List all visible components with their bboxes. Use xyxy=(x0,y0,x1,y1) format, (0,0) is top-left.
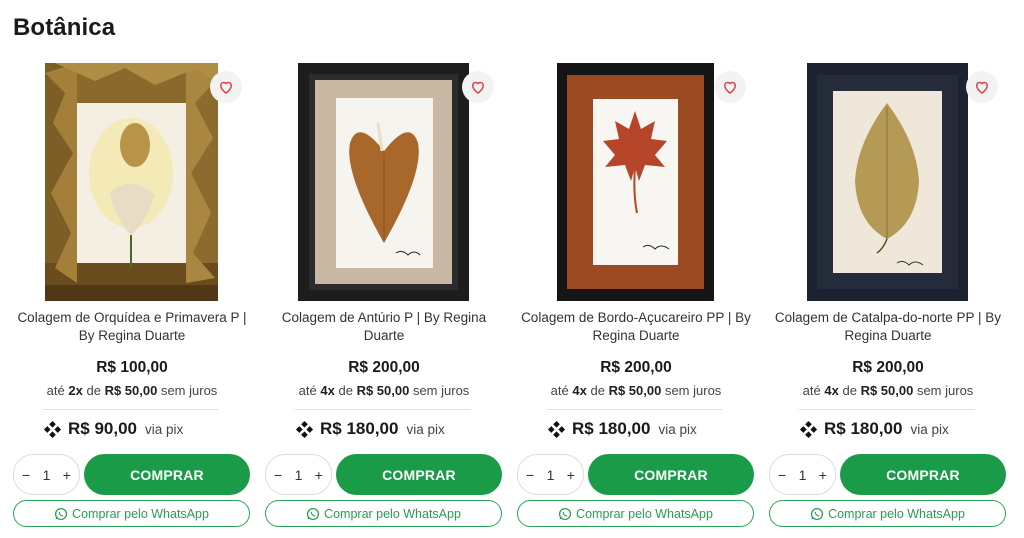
whatsapp-buy-label: Comprar pelo WhatsApp xyxy=(72,506,209,521)
pix-price-row: R$ 180,00 via pix xyxy=(547,419,697,439)
whatsapp-icon xyxy=(55,507,68,520)
quantity-stepper: − 1 + xyxy=(769,454,836,495)
pix-price-row: R$ 90,00 via pix xyxy=(43,419,183,439)
quantity-stepper: − 1 + xyxy=(517,454,584,495)
whatsapp-icon xyxy=(559,507,572,520)
whatsapp-buy-label: Comprar pelo WhatsApp xyxy=(576,506,713,521)
whatsapp-buy-button[interactable]: Comprar pelo WhatsApp xyxy=(517,500,754,527)
product-card: Colagem de Antúrio P | By Regina Duarte … xyxy=(265,0,503,538)
product-name[interactable]: Colagem de Orquídea e Primavera P | By R… xyxy=(13,309,251,345)
qty-value[interactable]: 1 xyxy=(799,467,807,483)
buy-button[interactable]: COMPRAR xyxy=(588,454,754,495)
product-image[interactable] xyxy=(298,63,469,301)
pix-label: via pix xyxy=(658,421,697,437)
pix-label: via pix xyxy=(910,421,949,437)
product-price: R$ 100,00 xyxy=(96,359,168,376)
wishlist-heart-icon[interactable] xyxy=(966,71,998,103)
wishlist-heart-icon[interactable] xyxy=(714,71,746,103)
product-name[interactable]: Colagem de Antúrio P | By Regina Duarte xyxy=(265,309,503,345)
quantity-stepper: − 1 + xyxy=(13,454,80,495)
buy-button[interactable]: COMPRAR xyxy=(84,454,250,495)
qty-value[interactable]: 1 xyxy=(43,467,51,483)
qty-decrease-button[interactable]: − xyxy=(526,467,534,483)
orchid-collage-artwork xyxy=(45,63,218,301)
product-price: R$ 200,00 xyxy=(600,359,672,376)
pix-icon xyxy=(43,420,62,438)
wishlist-heart-icon[interactable] xyxy=(462,71,494,103)
whatsapp-buy-button[interactable]: Comprar pelo WhatsApp xyxy=(265,500,502,527)
pix-icon xyxy=(799,420,818,438)
price-divider xyxy=(799,409,975,410)
qty-increase-button[interactable]: + xyxy=(819,467,827,483)
product-name[interactable]: Colagem de Bordo-Açucareiro PP | By Regi… xyxy=(517,309,755,345)
installment-info: até 4x de R$ 50,00 sem juros xyxy=(298,383,470,398)
product-card: Colagem de Orquídea e Primavera P | By R… xyxy=(13,0,251,538)
price-divider xyxy=(547,409,723,410)
product-image[interactable] xyxy=(557,63,714,301)
qty-increase-button[interactable]: + xyxy=(63,467,71,483)
qty-value[interactable]: 1 xyxy=(547,467,555,483)
price-divider xyxy=(43,409,219,410)
qty-value[interactable]: 1 xyxy=(295,467,303,483)
pix-price: R$ 90,00 xyxy=(68,419,137,438)
product-image[interactable] xyxy=(807,63,968,301)
installment-info: até 2x de R$ 50,00 sem juros xyxy=(46,383,218,398)
product-price: R$ 200,00 xyxy=(348,359,420,376)
price-divider xyxy=(295,409,471,410)
whatsapp-buy-button[interactable]: Comprar pelo WhatsApp xyxy=(13,500,250,527)
pix-price: R$ 180,00 xyxy=(572,419,651,438)
installment-info: até 4x de R$ 50,00 sem juros xyxy=(802,383,974,398)
product-price: R$ 200,00 xyxy=(852,359,924,376)
buy-button[interactable]: COMPRAR xyxy=(336,454,502,495)
pix-price: R$ 180,00 xyxy=(824,419,903,438)
buy-button[interactable]: COMPRAR xyxy=(840,454,1006,495)
installment-info: até 4x de R$ 50,00 sem juros xyxy=(550,383,722,398)
catalpa-collage-artwork xyxy=(807,63,968,301)
whatsapp-buy-button[interactable]: Comprar pelo WhatsApp xyxy=(769,500,1006,527)
whatsapp-buy-label: Comprar pelo WhatsApp xyxy=(324,506,461,521)
pix-price-row: R$ 180,00 via pix xyxy=(295,419,445,439)
qty-increase-button[interactable]: + xyxy=(315,467,323,483)
quantity-stepper: − 1 + xyxy=(265,454,332,495)
pix-price-row: R$ 180,00 via pix xyxy=(799,419,949,439)
pix-icon xyxy=(295,420,314,438)
whatsapp-icon xyxy=(811,507,824,520)
pix-price: R$ 180,00 xyxy=(320,419,399,438)
product-name[interactable]: Colagem de Catalpa-do-norte PP | By Regi… xyxy=(769,309,1007,345)
maple-collage-artwork xyxy=(557,63,714,301)
product-image[interactable] xyxy=(45,63,218,301)
qty-decrease-button[interactable]: − xyxy=(778,467,786,483)
whatsapp-icon xyxy=(307,507,320,520)
pix-label: via pix xyxy=(145,421,184,437)
pix-label: via pix xyxy=(406,421,445,437)
wishlist-heart-icon[interactable] xyxy=(210,71,242,103)
product-card: Colagem de Bordo-Açucareiro PP | By Regi… xyxy=(517,0,755,538)
whatsapp-buy-label: Comprar pelo WhatsApp xyxy=(828,506,965,521)
qty-decrease-button[interactable]: − xyxy=(22,467,30,483)
qty-decrease-button[interactable]: − xyxy=(274,467,282,483)
anthurium-collage-artwork xyxy=(298,63,469,301)
product-card: Colagem de Catalpa-do-norte PP | By Regi… xyxy=(769,0,1007,538)
pix-icon xyxy=(547,420,566,438)
qty-increase-button[interactable]: + xyxy=(567,467,575,483)
